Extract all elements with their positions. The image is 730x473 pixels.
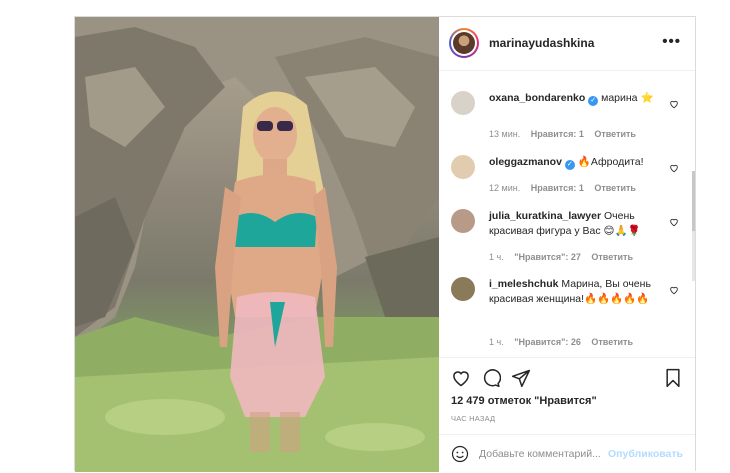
- comment-likes[interactable]: "Нравится": 26: [514, 337, 581, 347]
- author-avatar[interactable]: [449, 28, 479, 58]
- post-timestamp[interactable]: ЧАС НАЗАД: [451, 414, 495, 423]
- comment-avatar[interactable]: [451, 91, 475, 115]
- add-comment-bar: Опубликовать: [439, 434, 695, 473]
- comment-time[interactable]: 1 ч.: [489, 337, 504, 347]
- comment-meta: 1 ч. "Нравится": 26 Ответить: [489, 337, 641, 347]
- comment-meta: 1 ч. "Нравится": 27 Ответить: [489, 252, 641, 262]
- comment-reply-button[interactable]: Ответить: [594, 129, 636, 139]
- post-actions: 12 479 отметок "Нравится" ЧАС НАЗАД Опуб…: [439, 357, 695, 472]
- comment-likes[interactable]: Нравится: 1: [531, 183, 584, 193]
- post-sidebar: marinayudashkina ••• oxana_bondarenko ✓ …: [439, 17, 695, 472]
- post-photo-illustration: [75, 17, 439, 472]
- author-username[interactable]: marinayudashkina: [489, 36, 594, 50]
- comment-reply-button[interactable]: Ответить: [591, 337, 633, 347]
- comment-body: марина ⭐: [601, 92, 654, 104]
- likes-count[interactable]: 12 479 отметок "Нравится": [451, 395, 597, 407]
- comment-like-heart-icon[interactable]: [669, 217, 679, 227]
- comment-meta: 13 мин. Нравится: 1 Ответить: [489, 129, 644, 139]
- publish-button[interactable]: Опубликовать: [608, 448, 683, 460]
- comment-likes[interactable]: Нравится: 1: [531, 129, 584, 139]
- comment-meta: 12 мин. Нравится: 1 Ответить: [489, 183, 644, 193]
- comment-text: julia_kuratkina_lawyer Очень красивая фи…: [489, 209, 659, 239]
- comment-text: oxana_bondarenko ✓ марина ⭐: [489, 91, 659, 106]
- comment-like-heart-icon[interactable]: [669, 99, 679, 109]
- comment-text: i_meleshchuk Марина, Вы очень красивая ж…: [489, 277, 659, 307]
- comment-time[interactable]: 13 мин.: [489, 129, 520, 139]
- verified-badge-icon: ✓: [564, 160, 575, 170]
- verified-badge-icon: ✓: [588, 96, 599, 106]
- more-options-icon[interactable]: •••: [662, 33, 681, 50]
- comment-username[interactable]: oxana_bondarenko: [489, 92, 585, 104]
- comment-username[interactable]: julia_kuratkina_lawyer: [489, 210, 601, 222]
- comment-username[interactable]: oleggazmanov: [489, 156, 562, 168]
- comment-bubble-icon[interactable]: [481, 368, 501, 388]
- comment-avatar[interactable]: [451, 209, 475, 233]
- comment-body: 🔥Афродита!: [577, 156, 644, 168]
- comment-reply-button[interactable]: Ответить: [594, 183, 636, 193]
- instagram-post: marinayudashkina ••• oxana_bondarenko ✓ …: [74, 16, 696, 472]
- comment-like-heart-icon[interactable]: [669, 163, 679, 173]
- comment-likes[interactable]: "Нравится": 27: [514, 252, 581, 262]
- comment-like-heart-icon[interactable]: [669, 285, 679, 295]
- comment-text: oleggazmanov ✓ 🔥Афродита!: [489, 155, 659, 170]
- comment-username[interactable]: i_meleshchuk: [489, 278, 558, 290]
- share-send-icon[interactable]: [511, 368, 531, 388]
- comments-scrollbar-thumb[interactable]: [692, 171, 695, 231]
- post-header: marinayudashkina •••: [439, 17, 695, 71]
- like-heart-icon[interactable]: [451, 368, 471, 388]
- save-bookmark-icon[interactable]: [663, 368, 683, 388]
- comment-time[interactable]: 1 ч.: [489, 252, 504, 262]
- comments-scrollbar[interactable]: [692, 171, 695, 281]
- comment-time[interactable]: 12 мин.: [489, 183, 520, 193]
- comment-avatar[interactable]: [451, 277, 475, 301]
- post-photo[interactable]: [75, 17, 439, 472]
- comment-input[interactable]: [479, 446, 609, 462]
- comment-avatar[interactable]: [451, 155, 475, 179]
- comments-list[interactable]: oxana_bondarenko ✓ марина ⭐ 13 мин. Нрав…: [439, 71, 695, 357]
- comment-reply-button[interactable]: Ответить: [591, 252, 633, 262]
- emoji-smile-icon[interactable]: [451, 445, 469, 463]
